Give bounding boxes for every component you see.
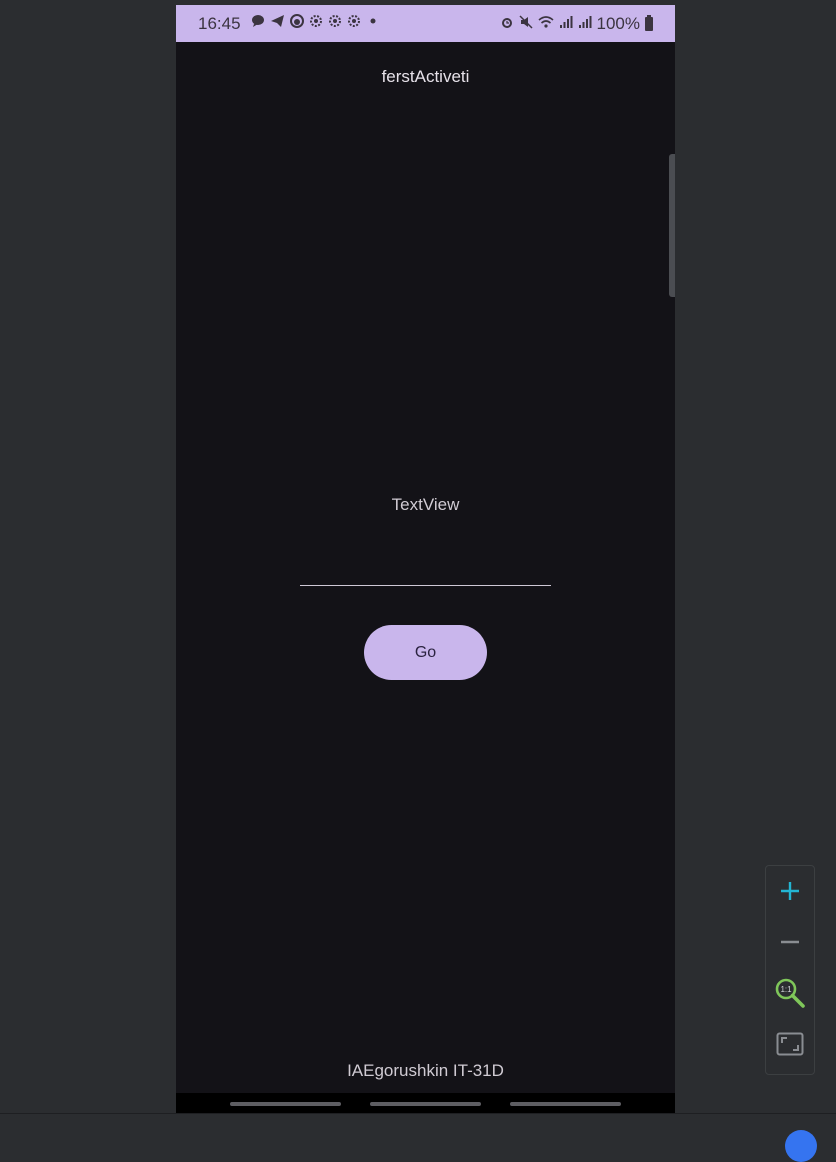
actual-size-button[interactable]: 1:1 [766,971,814,1019]
status-bar: 16:45 100% [176,5,675,42]
ide-status-bar [0,1113,836,1138]
notification-icons [251,14,380,32]
wifi-icon [537,15,554,33]
fit-screen-icon [776,1032,804,1061]
dot-icon [366,14,380,32]
app-icon [290,14,304,32]
plus-icon [779,880,801,907]
activity-title: ferstActiveti [381,67,470,86]
gear-icon [328,14,342,32]
ide-assistant-button[interactable] [785,1130,817,1162]
status-time: 16:45 [198,14,241,33]
system-icons: 100% [500,14,653,34]
battery-percent: 100% [596,14,640,33]
nav-pill[interactable] [370,1102,481,1106]
device-screen: 16:45 100% ferstActiveti TextView Go IAE… [176,5,675,1113]
go-button[interactable]: Go [364,625,487,680]
actual-size-label: 1:1 [780,985,792,994]
mute-icon [518,15,533,33]
text-input-field[interactable] [300,553,551,586]
magnifier-icon: 1:1 [774,977,806,1014]
signal-icon [559,15,573,33]
battery-icon [645,15,653,31]
text-view: TextView [391,495,460,514]
gesture-nav-bar [176,1093,675,1113]
zoom-out-button[interactable] [766,920,814,968]
alarm-icon [500,15,514,33]
signal-icon [578,15,592,33]
zoom-in-button[interactable] [766,869,814,917]
zoom-controls: 1:1 [765,865,815,1075]
footer-author: IAEgorushkin IT-31D [347,1061,504,1080]
nav-pill[interactable] [230,1102,341,1106]
nav-pill[interactable] [510,1102,621,1106]
minus-icon [779,931,801,958]
device-scroll-handle[interactable] [669,154,675,297]
fit-screen-button[interactable] [766,1022,814,1070]
gear-icon [309,14,323,32]
telegram-icon [270,14,285,32]
gear-icon [347,14,361,32]
chat-bubble-icon [251,14,265,32]
